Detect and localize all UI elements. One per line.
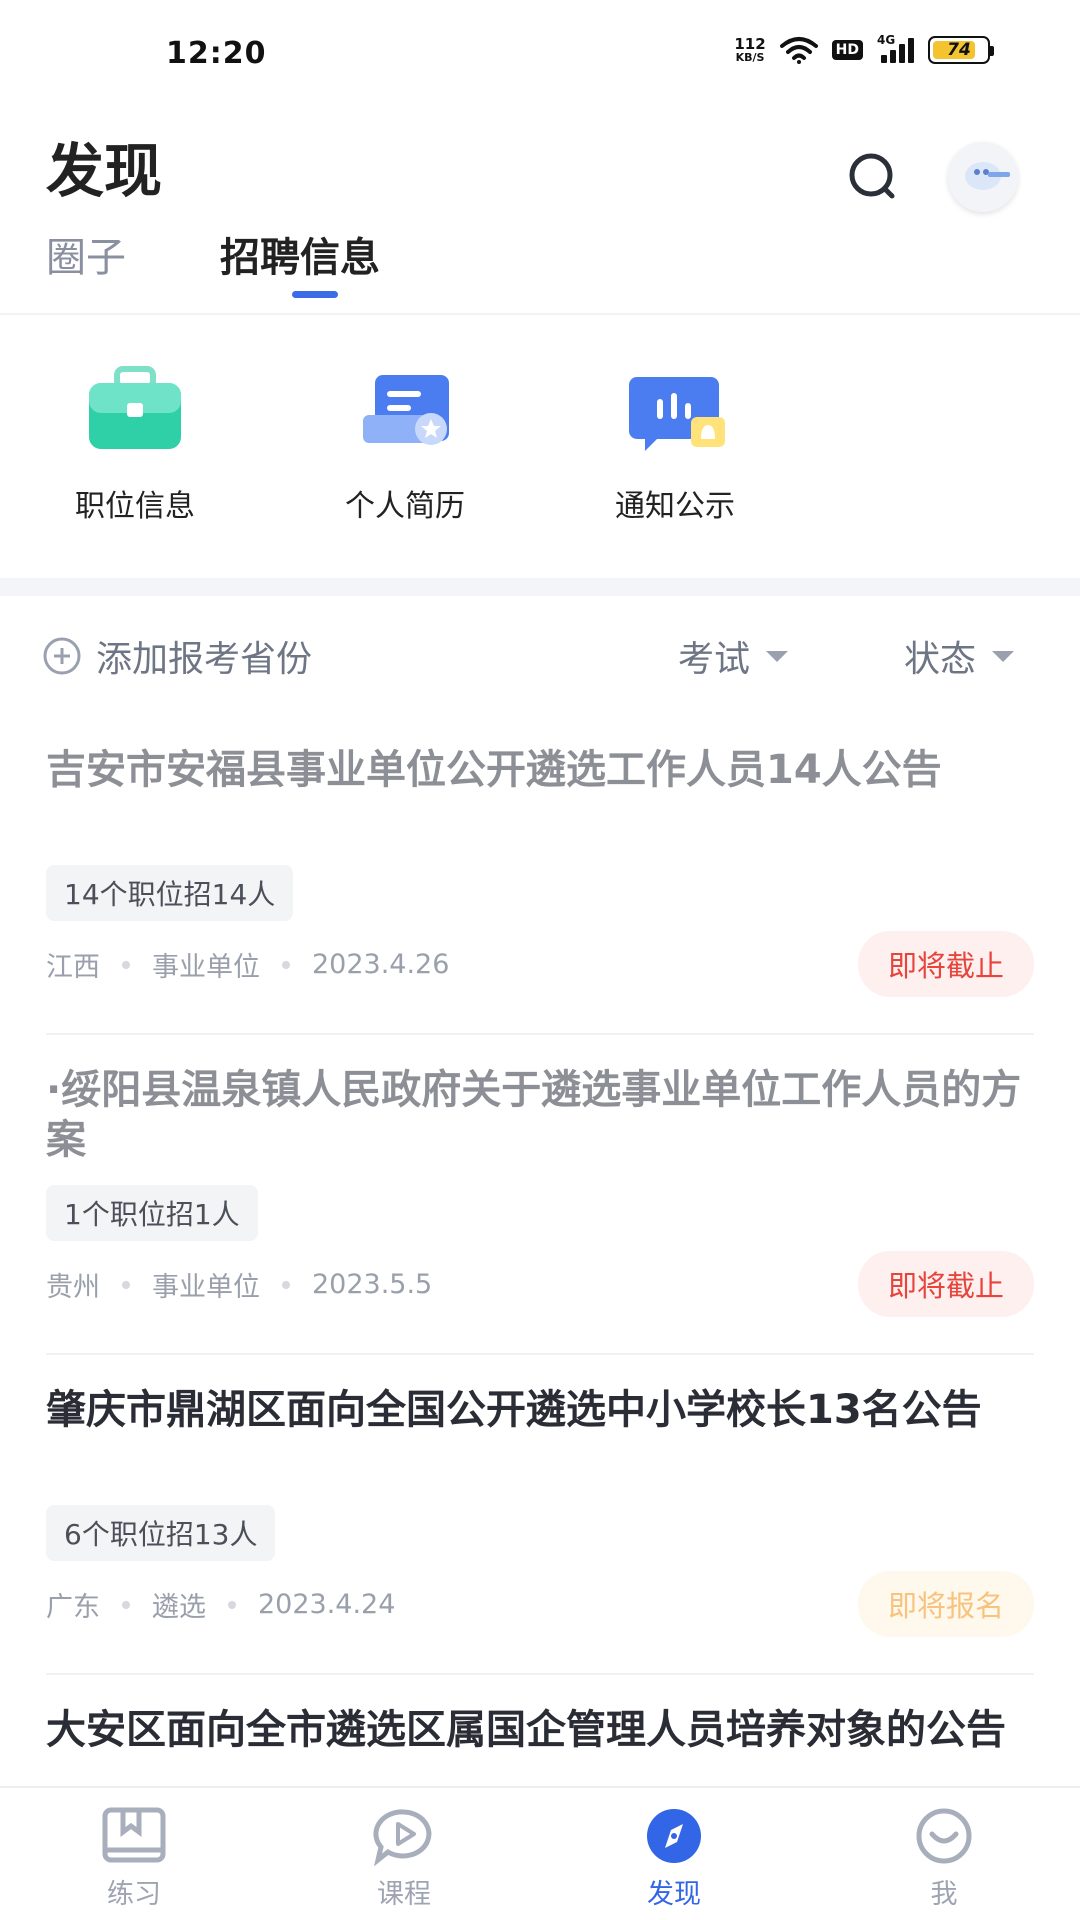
briefcase-icon [75, 355, 195, 465]
job-meta: 江西 事业单位 2023.4.26 [46, 945, 449, 984]
nav-discover[interactable]: 发现 [594, 1806, 754, 1911]
plus-circle-icon [43, 637, 81, 675]
resume-icon [345, 355, 465, 465]
job-title: ·绥阳县温泉镇人民政府关于遴选事业单位工作人员的方案 [46, 1067, 1022, 1163]
nav-label: 课程 [377, 1879, 431, 1910]
status-time: 12:20 [166, 36, 267, 71]
bottom-nav: 练习 课程 发现 我 [0, 1786, 1080, 1920]
position-count-tag: 1个职位招1人 [46, 1185, 258, 1241]
shortcut-label: 职位信息 [75, 489, 195, 524]
practice-icon [99, 1806, 169, 1866]
status-filter-label: 状态 [904, 639, 977, 680]
list-item[interactable]: ·绥阳县温泉镇人民政府关于遴选事业单位工作人员的方案 1个职位招1人 贵州 事业… [46, 1035, 1034, 1355]
network-speed-value: 112 [734, 35, 766, 53]
status-badge: 即将报名 [857, 1571, 1034, 1637]
job-title: 肇庆市鼎湖区面向全国公开遴选中小学校长13名公告 [46, 1387, 982, 1433]
cellular-signal-icon: 4G [877, 33, 914, 63]
course-icon [369, 1806, 439, 1867]
profile-icon [909, 1806, 979, 1866]
chevron-down-icon [766, 650, 789, 662]
shortcut-job-info[interactable]: 职位信息 [35, 355, 235, 525]
add-province-button[interactable]: 添加报考省份 [42, 630, 312, 682]
job-province: 江西 [46, 952, 100, 983]
page-title: 发现 [46, 137, 163, 205]
add-province-label: 添加报考省份 [96, 639, 313, 680]
nav-label: 练习 [107, 1879, 161, 1910]
shortcut-grid: 职位信息 个人简历 通知公示 [0, 315, 1080, 580]
tab-bar: 圈子 招聘信息 [0, 225, 1080, 315]
battery-icon: 74 [928, 36, 994, 64]
network-speed-unit: KB/S [735, 51, 765, 64]
list-item[interactable]: 肇庆市鼎湖区面向全国公开遴选中小学校长13名公告 6个职位招13人 广东 遴选 … [46, 1355, 1034, 1675]
job-title: 吉安市安福县事业单位公开遴选工作人员14人公告 [46, 747, 942, 793]
shortcut-label: 通知公示 [615, 489, 735, 524]
job-date: 2023.4.24 [258, 1589, 396, 1620]
battery-level: 74 [947, 40, 971, 60]
status-icons: 112 KB/S HD 4G 74 [734, 33, 994, 64]
section-divider [0, 578, 1080, 596]
job-category: 事业单位 [152, 1272, 260, 1303]
job-meta: 贵州 事业单位 2023.5.5 [46, 1265, 432, 1304]
status-bar: 12:20 112 KB/S HD 4G 74 [0, 0, 1080, 110]
job-province: 贵州 [46, 1272, 100, 1303]
tab-active-indicator [292, 291, 338, 298]
job-meta: 广东 遴选 2023.4.24 [46, 1585, 395, 1624]
job-category: 遴选 [152, 1592, 206, 1623]
hd-badge: HD [831, 40, 863, 60]
position-count-tag: 6个职位招13人 [46, 1505, 276, 1561]
status-badge: 即将截止 [857, 1251, 1034, 1317]
job-list: 吉安市安福县事业单位公开遴选工作人员14人公告 14个职位招14人 江西 事业单… [46, 715, 1034, 1920]
exam-filter-dropdown[interactable]: 考试 [678, 630, 789, 682]
job-province: 广东 [46, 1592, 100, 1623]
job-date: 2023.5.5 [312, 1269, 433, 1300]
status-badge: 即将截止 [857, 931, 1034, 997]
shortcut-label: 个人简历 [345, 489, 465, 524]
shortcut-resume[interactable]: 个人简历 [305, 355, 505, 525]
nav-course[interactable]: 课程 [324, 1806, 484, 1911]
tab-circle[interactable]: 圈子 [46, 225, 126, 283]
network-speed: 112 KB/S [734, 35, 766, 64]
nav-label: 我 [930, 1879, 958, 1910]
list-item[interactable]: 吉安市安福县事业单位公开遴选工作人员14人公告 14个职位招14人 江西 事业单… [46, 715, 1034, 1035]
job-date: 2023.4.26 [312, 949, 450, 980]
avatar[interactable] [948, 142, 1018, 212]
shortcut-notice[interactable]: 通知公示 [575, 355, 775, 525]
compass-icon [639, 1806, 709, 1866]
wifi-icon [779, 37, 818, 64]
network-type: 4G [877, 33, 896, 47]
tab-recruitment[interactable]: 招聘信息 [220, 225, 380, 283]
status-filter-dropdown[interactable]: 状态 [904, 630, 1015, 682]
avatar-icon [965, 162, 1010, 190]
filter-row: 添加报考省份 考试 状态 [0, 620, 1080, 690]
exam-filter-label: 考试 [678, 639, 751, 680]
chevron-down-icon [992, 650, 1015, 662]
notice-icon [615, 355, 735, 465]
nav-practice[interactable]: 练习 [54, 1806, 214, 1911]
search-icon [849, 153, 895, 199]
nav-label: 发现 [647, 1879, 701, 1910]
job-title: 大安区面向全市遴选区属国企管理人员培养对象的公告 [46, 1707, 1006, 1753]
nav-profile[interactable]: 我 [864, 1806, 1024, 1911]
search-button[interactable] [844, 148, 900, 204]
position-count-tag: 14个职位招14人 [46, 865, 294, 921]
job-category: 事业单位 [152, 952, 260, 983]
